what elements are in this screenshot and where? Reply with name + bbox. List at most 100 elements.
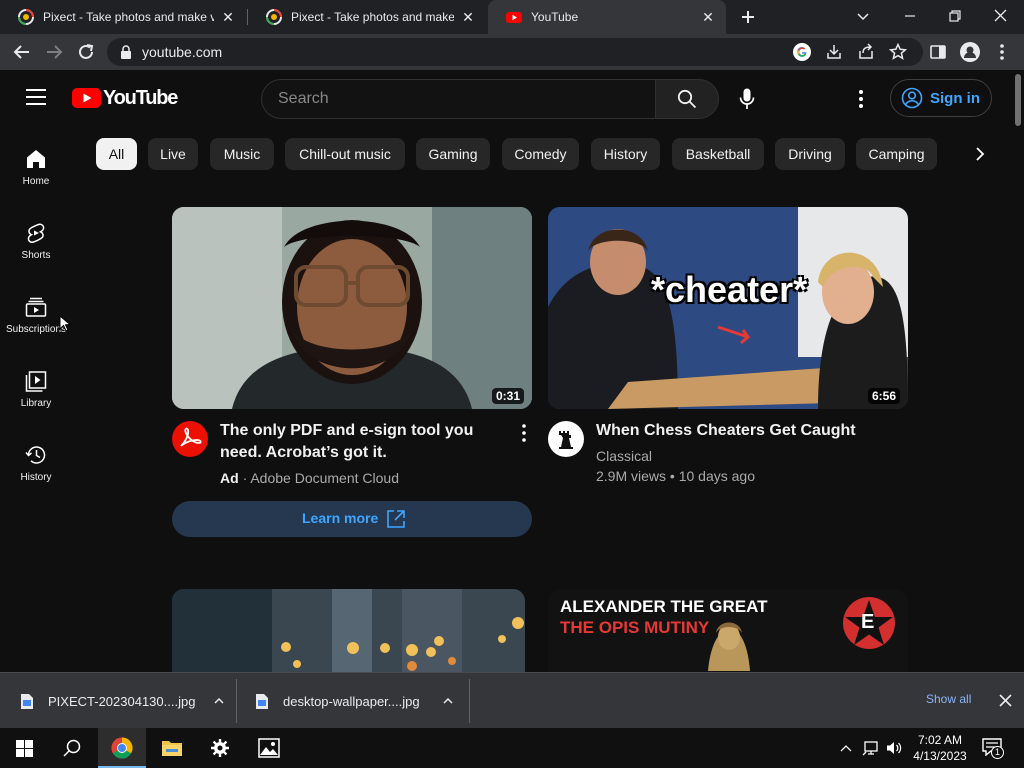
clock-time: 7:02 AM: [917, 733, 963, 747]
channel-name[interactable]: Adobe Document Cloud: [250, 470, 399, 486]
sidebar-item-home[interactable]: Home: [0, 148, 72, 222]
sidebar-item-library[interactable]: Library: [0, 370, 72, 444]
chip-driving[interactable]: Driving: [775, 138, 845, 170]
video-thumbnail-acrobat[interactable]: 0:31: [172, 207, 532, 409]
chevron-up-icon[interactable]: [442, 695, 454, 707]
hamburger-menu-icon[interactable]: [26, 89, 46, 105]
reload-icon[interactable]: [77, 43, 95, 61]
chip-chill-out-music[interactable]: Chill-out music: [285, 138, 405, 170]
back-icon[interactable]: [13, 43, 31, 61]
video-title[interactable]: When Chess Cheaters Get Caught: [596, 420, 896, 442]
chess-channel-avatar-icon[interactable]: [548, 421, 584, 457]
network-icon[interactable]: [862, 740, 880, 756]
show-hidden-icons-icon[interactable]: [839, 742, 853, 754]
sidebar-item-subscriptions[interactable]: Subscriptions: [0, 296, 72, 370]
pixect-favicon-icon: [266, 9, 282, 25]
external-link-icon: [387, 510, 405, 528]
profile-icon[interactable]: [960, 42, 980, 62]
tab-strip: Pixect - Take photos and make vi ✕ Pixec…: [0, 0, 1024, 34]
voice-search-button[interactable]: [727, 79, 767, 119]
chip-gaming[interactable]: Gaming: [416, 138, 490, 170]
pixect-favicon-icon: [18, 9, 34, 25]
tab-close-icon[interactable]: ✕: [700, 9, 716, 25]
tab-close-icon[interactable]: ✕: [220, 9, 236, 25]
chevron-right-icon[interactable]: [972, 146, 988, 162]
volume-icon[interactable]: [885, 740, 903, 756]
image-file-icon: [256, 693, 268, 709]
tab-close-icon[interactable]: ✕: [460, 9, 476, 25]
tab-title: Pixect - Take photos and make vi: [43, 10, 214, 24]
chevron-down-icon[interactable]: [856, 9, 870, 23]
chip-all[interactable]: All: [96, 138, 137, 170]
video-thumbnail-chess[interactable]: *cheater* 6:56: [548, 207, 908, 409]
show-all-downloads-link[interactable]: Show all: [926, 692, 971, 706]
taskbar-search-button[interactable]: [48, 728, 96, 768]
address-bar[interactable]: youtube.com: [107, 38, 923, 66]
library-icon: [25, 371, 47, 392]
youtube-logo[interactable]: YouTube: [72, 86, 178, 110]
scrollbar-thumb[interactable]: [1015, 74, 1021, 126]
search-button[interactable]: [655, 79, 719, 119]
adobe-acrobat-avatar-icon[interactable]: [172, 421, 208, 457]
chip-music[interactable]: Music: [210, 138, 274, 170]
video-duration: 6:56: [867, 388, 900, 404]
learn-more-button[interactable]: Learn more: [172, 501, 532, 537]
tab-youtube[interactable]: YouTube ✕: [488, 0, 726, 34]
chip-camping[interactable]: Camping: [856, 138, 937, 170]
scrollbar-track[interactable]: [1012, 70, 1024, 672]
video-title[interactable]: The only PDF and e-sign tool you need. A…: [220, 420, 505, 464]
lock-icon[interactable]: [120, 45, 132, 59]
start-button[interactable]: [0, 728, 48, 768]
chip-basketball[interactable]: Basketball: [672, 138, 764, 170]
learn-more-label: Learn more: [302, 510, 379, 526]
taskbar-settings-button[interactable]: [196, 728, 244, 768]
window-close-icon[interactable]: [993, 8, 1008, 23]
sidebar-item-shorts[interactable]: Shorts: [0, 222, 72, 296]
taskbar-clock[interactable]: 7:02 AM 4/13/2023: [905, 732, 975, 764]
chevron-up-icon[interactable]: [213, 695, 225, 707]
bookmark-star-icon[interactable]: [889, 43, 907, 61]
folder-icon: [162, 741, 182, 756]
ad-meta: Ad · Adobe Document Cloud: [220, 470, 399, 486]
forward-icon[interactable]: [45, 43, 63, 61]
tab-title: YouTube: [531, 10, 579, 24]
photos-icon: [258, 738, 280, 758]
taskbar-photos-button[interactable]: [245, 728, 293, 768]
taskbar-file-explorer-button[interactable]: [148, 728, 196, 768]
search-icon: [63, 739, 81, 757]
download-item[interactable]: PIXECT-202304130....jpg: [20, 673, 234, 729]
taskbar-chrome-button[interactable]: [98, 728, 146, 768]
notification-center-button[interactable]: 1: [982, 738, 1006, 760]
share-icon[interactable]: [857, 43, 875, 61]
side-panel-icon[interactable]: [929, 43, 947, 61]
new-tab-icon[interactable]: [740, 9, 756, 25]
minimize-icon[interactable]: [903, 9, 917, 23]
install-app-icon[interactable]: [825, 43, 843, 61]
sign-in-button[interactable]: Sign in: [890, 79, 992, 117]
settings-more-icon[interactable]: [853, 88, 869, 110]
restore-icon[interactable]: [948, 9, 962, 23]
more-actions-icon[interactable]: [516, 423, 532, 443]
video-thumbnail-city[interactable]: [172, 589, 525, 672]
chip-live[interactable]: Live: [148, 138, 198, 170]
windows-logo-icon: [16, 740, 33, 757]
tab-pixect-2[interactable]: Pixect - Take photos and make vi ✕: [248, 0, 486, 34]
close-downloads-icon[interactable]: [999, 694, 1012, 707]
sidebar-item-history[interactable]: History: [0, 444, 72, 518]
search-placeholder: Search: [278, 90, 329, 107]
mouse-cursor-icon: [59, 315, 71, 332]
channel-name[interactable]: Classical: [596, 448, 652, 464]
tab-pixect-1[interactable]: Pixect - Take photos and make vi ✕: [0, 0, 246, 34]
chip-history[interactable]: History: [591, 138, 660, 170]
shorts-icon: [27, 223, 45, 243]
clock-date: 4/13/2023: [913, 749, 967, 763]
video-thumbnail-alexander[interactable]: ALEXANDER THE GREAT THE OPIS MUTINY E: [548, 589, 908, 672]
download-filename: PIXECT-202304130....jpg: [48, 693, 196, 709]
chrome-menu-icon[interactable]: [994, 43, 1010, 61]
chrome-icon: [111, 737, 133, 759]
youtube-favicon-icon: [506, 12, 522, 23]
google-icon[interactable]: [793, 43, 811, 61]
download-item[interactable]: desktop-wallpaper....jpg: [255, 673, 455, 729]
chip-comedy[interactable]: Comedy: [502, 138, 579, 170]
search-input[interactable]: Search: [261, 79, 657, 119]
